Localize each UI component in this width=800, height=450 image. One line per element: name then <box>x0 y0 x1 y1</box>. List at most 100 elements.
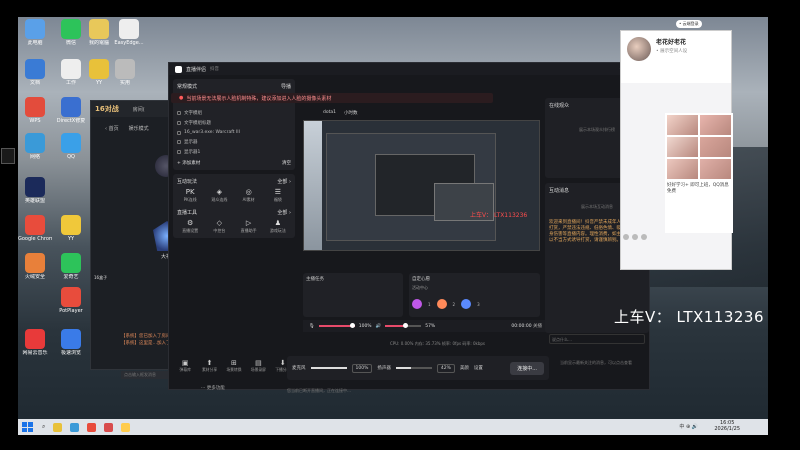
tool-button[interactable]: ♟ 游戏玩法 <box>265 219 291 234</box>
more-features-link[interactable]: ··· 更多功能 <box>201 385 225 391</box>
file-icon[interactable] <box>641 234 647 240</box>
back-link[interactable]: ‹ 首页 <box>105 125 119 132</box>
speaker-slider[interactable] <box>385 323 422 328</box>
desktop-icon[interactable]: 极速浏览 <box>54 329 88 356</box>
desktop-icon[interactable]: 爱奇艺 <box>54 253 88 280</box>
timecode: 00:00:00 关播 <box>511 323 542 329</box>
desktop-icon[interactable]: 实用 <box>108 59 142 86</box>
photo-thumbnail[interactable] <box>667 137 698 157</box>
source-label: 显示器 <box>184 140 198 145</box>
connect-button[interactable]: 连接中... <box>510 361 544 375</box>
warning-icon: ● <box>179 95 184 101</box>
taskbar-app-icon[interactable] <box>53 422 63 432</box>
scene-tab[interactable]: dota1 <box>323 110 336 116</box>
desktop-icon[interactable]: PotPlayer <box>54 287 88 314</box>
start-button[interactable] <box>22 422 34 432</box>
mixer-speaker-label[interactable]: 扬声器 <box>377 365 391 371</box>
tool-button[interactable]: ◇ 中控台 <box>206 219 232 234</box>
desktop-icon[interactable]: 火绒安全 <box>18 253 52 280</box>
mode-select[interactable]: 常规模式 <box>177 83 197 90</box>
speaker-icon[interactable]: 🔊 <box>376 324 382 329</box>
desktop-icon[interactable]: 此电脑 <box>18 19 52 46</box>
desktop-icon-label: 网络 <box>29 154 40 160</box>
clear-sources-button[interactable]: 清空 <box>282 160 291 166</box>
beauty-button[interactable]: 美颜 <box>460 365 469 371</box>
live-tools-title: 直播工具 <box>177 210 198 216</box>
photo-thumbnail[interactable] <box>700 159 731 179</box>
desktop-icon[interactable]: 文档 <box>18 59 52 86</box>
desktop-icon-label: 英雄联盟 <box>24 198 45 204</box>
source-item[interactable]: 显示器1 <box>177 147 291 157</box>
tool-button[interactable]: ◎ AI素材 <box>236 188 262 203</box>
live-tools-all-link[interactable]: 全部 › <box>277 209 291 216</box>
wish-card[interactable]: 自定心愿 活动中心 1 2 3 <box>409 273 540 317</box>
photo-thumbnail[interactable] <box>667 159 698 179</box>
interact-all-link[interactable]: 全部 › <box>277 178 291 185</box>
source-item[interactable]: 显示器 <box>177 137 291 147</box>
dashboard: 主播任务 自定心愿 活动中心 1 2 3 <box>303 273 540 317</box>
taskbar-app-icon[interactable] <box>104 422 114 432</box>
guide-button[interactable]: 导播 <box>281 83 291 90</box>
add-source-button[interactable]: + 添加素材 <box>177 160 200 166</box>
mixer-speaker-slider[interactable] <box>395 367 432 369</box>
tool-button[interactable]: ⊞ 场景转换 <box>222 359 246 373</box>
tool-button[interactable]: ▤ 场景录屏 <box>246 359 270 373</box>
desktop-icon[interactable]: 网易云音乐 <box>18 329 52 356</box>
tool-icon: ☰ <box>274 188 282 196</box>
status-pill[interactable]: • 云端登录 <box>676 20 702 28</box>
live-tools: ⚙ 直播设置 ◇ 中控台 ▷ 直播助手 ♟ 游戏玩法 <box>177 219 291 234</box>
desktop-icon-label: 火绒安全 <box>24 274 45 280</box>
chat-input[interactable]: 说点什么… <box>549 334 645 344</box>
live-preview[interactable] <box>303 120 540 251</box>
desktop-icon[interactable]: Google Chrome <box>18 215 52 242</box>
qq-feed: 好好学习+ 即可上班，QQ消息免费 <box>665 113 733 233</box>
desktop-icon[interactable]: QQ <box>54 133 88 160</box>
desktop-icon[interactable]: WPS <box>18 97 52 124</box>
mic-slider[interactable] <box>318 323 355 328</box>
desktop-icon[interactable]: YY <box>54 215 88 242</box>
tool-button[interactable]: ⬆ 素材分享 <box>197 359 221 373</box>
mixer-mic-percent[interactable]: 100% <box>351 363 373 373</box>
avatar[interactable] <box>627 37 651 61</box>
settings-button[interactable]: 设置 <box>474 365 483 371</box>
room-tab[interactable]: 房间( <box>133 106 145 113</box>
timecode-value: 00:00:00 <box>511 324 532 329</box>
streamer-tasks-card[interactable]: 主播任务 <box>303 273 403 317</box>
screen: 此电脑 微信 我的電腦 EasyEdge... 文档 工作 YY 实用 DirectX修复 WPS… <box>0 0 800 450</box>
tool-button[interactable]: PK PK连线 <box>177 188 203 203</box>
tool-icon: ♟ <box>274 219 282 227</box>
app-icon <box>25 329 45 349</box>
tool-button[interactable]: ☰ 福袋 <box>265 188 291 203</box>
photo-thumbnail[interactable] <box>700 137 731 157</box>
app-icon <box>25 59 45 79</box>
source-item[interactable]: 16_war3.exe: Warcraft III <box>177 128 291 137</box>
tool-button[interactable]: ⚙ 直播设置 <box>177 219 203 234</box>
emoji-icon[interactable] <box>623 234 629 240</box>
mixer-mic-label[interactable]: 麦克风 <box>292 365 306 371</box>
mixer-mic-slider[interactable] <box>310 367 347 369</box>
connection-status: 您当前已断开直播间，正在连接中… <box>287 388 351 393</box>
stop-stream-label[interactable]: 关播 <box>533 324 542 329</box>
mic-percent: 100% <box>358 323 372 329</box>
tool-button[interactable]: ▷ 直播助手 <box>236 219 262 234</box>
desktop-icon[interactable]: 网络 <box>18 133 52 160</box>
source-item[interactable]: 文字模组标题 <box>177 118 291 128</box>
image-icon[interactable] <box>632 234 638 240</box>
desktop-icon[interactable]: DirectX修复 <box>54 97 88 124</box>
scene-tab[interactable]: 小时数 <box>344 110 358 116</box>
mic-icon[interactable]: 🎙 <box>309 324 315 329</box>
photo-thumbnail[interactable] <box>700 115 731 135</box>
desktop-icon[interactable]: 英雄联盟 <box>18 177 52 204</box>
tool-button[interactable]: ▣ 弹幕库 <box>173 359 197 373</box>
taskbar-app-icon[interactable] <box>70 422 80 432</box>
photo-thumbnail[interactable] <box>667 115 698 135</box>
clock[interactable]: 16:05 2026/1/25 <box>714 420 740 432</box>
mixer-speaker-percent[interactable]: 42% <box>436 363 455 373</box>
source-item[interactable]: 文字模组 <box>177 108 291 118</box>
desktop-icon[interactable]: EasyEdge... <box>112 19 146 46</box>
system-tray[interactable]: 中 ⊕ 🔊 <box>679 423 698 430</box>
tool-button[interactable]: ◈ 观众连线 <box>206 188 232 203</box>
taskbar-app-icon[interactable] <box>87 422 97 432</box>
taskbar-app-icon[interactable] <box>121 422 131 432</box>
desktop-icon[interactable]: 我的電腦 <box>82 19 116 46</box>
